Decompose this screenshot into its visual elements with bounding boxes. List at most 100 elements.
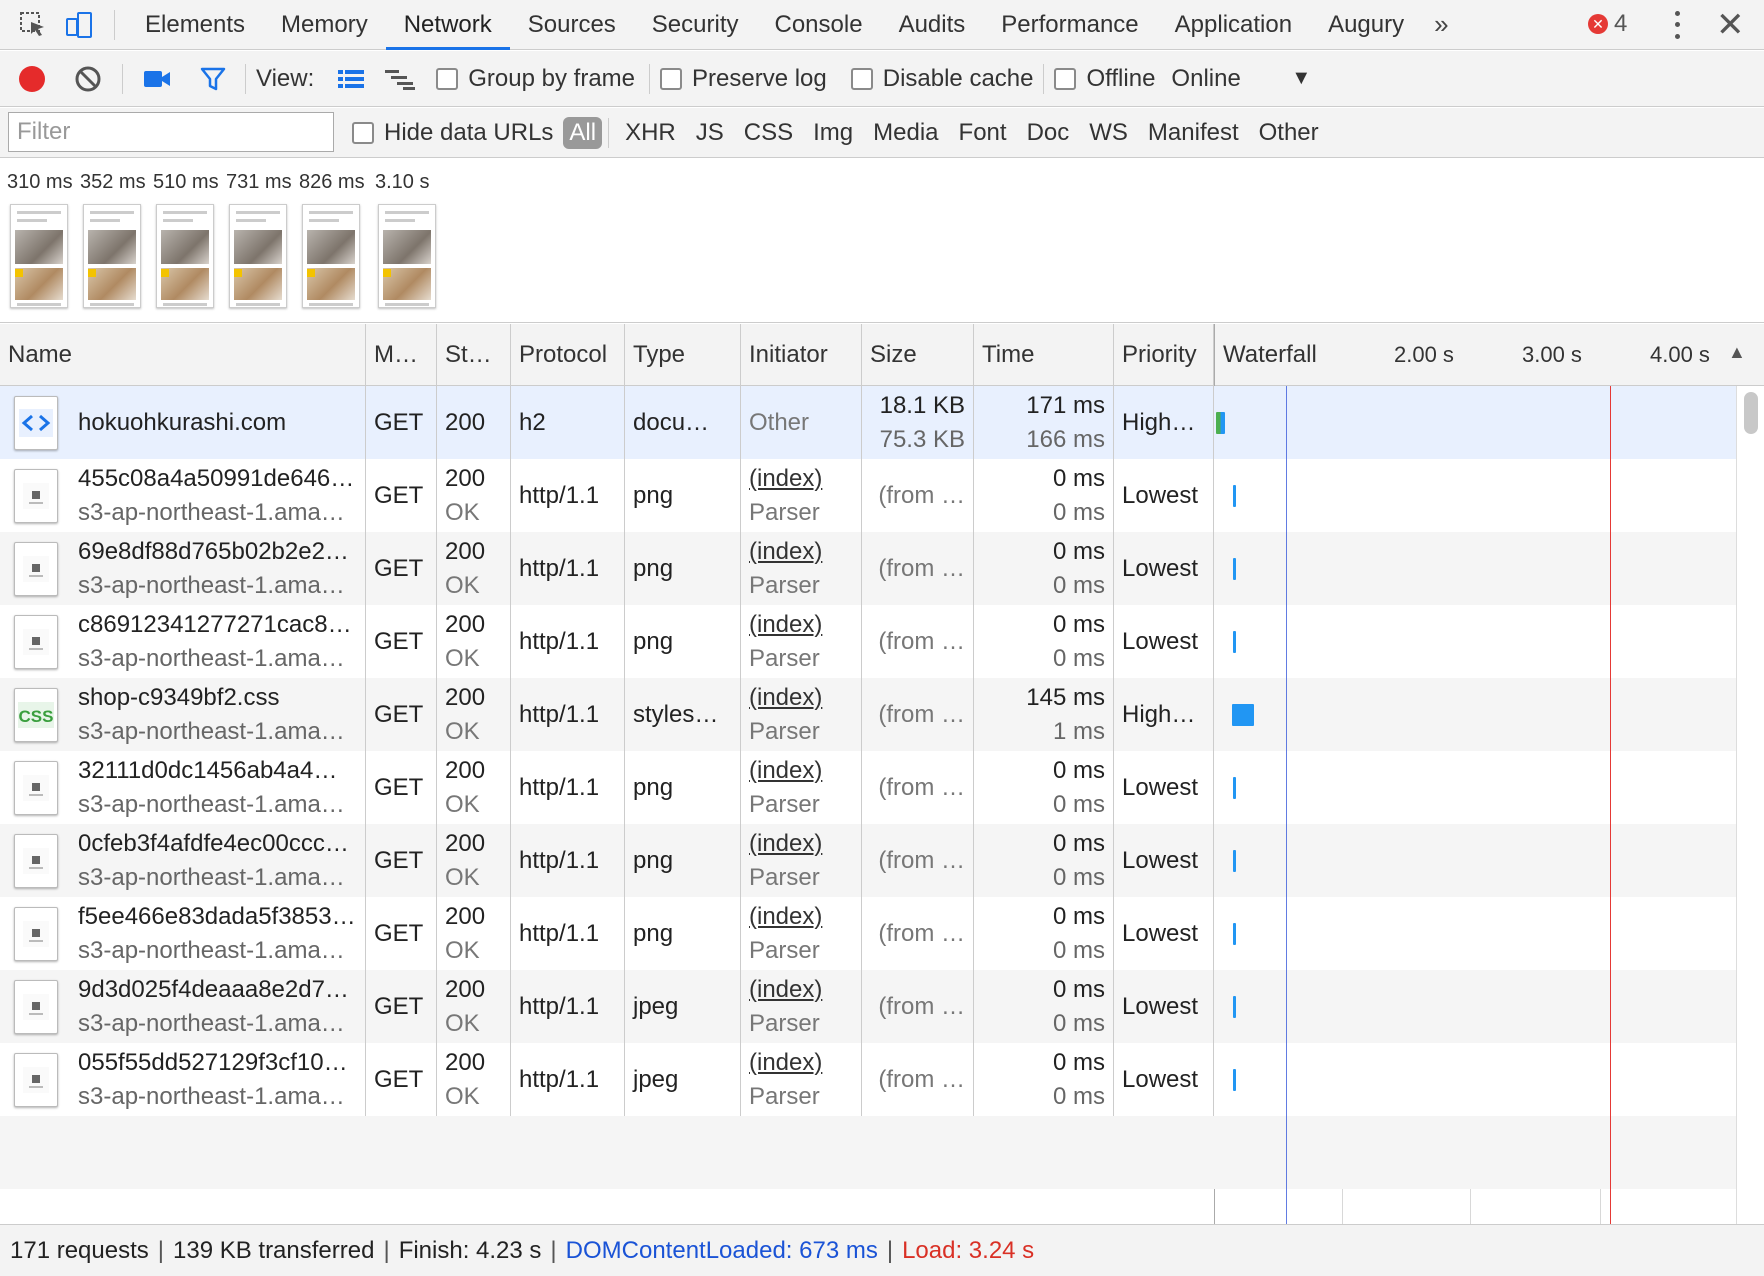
- type-filter-font[interactable]: Font: [949, 117, 1017, 149]
- table-row[interactable]: 055f55dd527129f3cf10… s3-ap-northeast-1.a…: [0, 1043, 1736, 1116]
- group-by-frame-checkbox[interactable]: Group by frame: [436, 65, 635, 93]
- waterfall-bar[interactable]: [1232, 704, 1254, 726]
- overview-button[interactable]: [374, 51, 426, 107]
- tab-augury[interactable]: Augury: [1310, 0, 1422, 50]
- column-header-priority[interactable]: Priority: [1114, 324, 1214, 386]
- offline-checkbox[interactable]: Offline: [1054, 65, 1155, 93]
- sort-ascending-icon[interactable]: ▲: [1728, 342, 1746, 363]
- name-cell[interactable]: f5ee466e83dada5f3853… s3-ap-northeast-1.a…: [0, 897, 366, 970]
- waterfall-bar[interactable]: [1233, 558, 1236, 580]
- waterfall-bar[interactable]: [1233, 777, 1236, 799]
- type-filter-all[interactable]: All: [563, 117, 603, 149]
- capture-screenshots-button[interactable]: [129, 51, 185, 107]
- initiator-value[interactable]: (index): [749, 684, 861, 712]
- table-row[interactable]: 0cfeb3f4afdfe4ec00ccc… s3-ap-northeast-1.…: [0, 824, 1736, 897]
- initiator-cell[interactable]: (index) Parser: [741, 605, 862, 678]
- tab-console[interactable]: Console: [757, 0, 881, 50]
- clear-button[interactable]: [60, 51, 116, 107]
- preserve-log-checkbox[interactable]: Preserve log: [660, 65, 827, 93]
- table-row[interactable]: 455c08a4a50991de646… s3-ap-northeast-1.am…: [0, 459, 1736, 532]
- filter-toggle-button[interactable]: [185, 51, 241, 107]
- hide-data-urls-checkbox[interactable]: Hide data URLs: [352, 119, 553, 147]
- frame-thumbnail[interactable]: [156, 204, 214, 308]
- name-cell[interactable]: 9d3d025f4deaaa8e2d7… s3-ap-northeast-1.am…: [0, 970, 366, 1043]
- initiator-cell[interactable]: (index) Parser: [741, 459, 862, 532]
- initiator-value[interactable]: (index): [749, 903, 861, 931]
- name-cell[interactable]: 69e8df88d765b02b2e2… s3-ap-northeast-1.am…: [0, 532, 366, 605]
- initiator-value[interactable]: (index): [749, 1049, 861, 1077]
- table-row[interactable]: [0, 1116, 1736, 1189]
- initiator-cell[interactable]: (index) Parser: [741, 1043, 862, 1116]
- initiator-cell[interactable]: (index) Parser: [741, 970, 862, 1043]
- filmstrip-frame[interactable]: 826 ms: [299, 171, 369, 194]
- initiator-cell[interactable]: (index) Parser: [741, 678, 862, 751]
- tab-security[interactable]: Security: [634, 0, 757, 50]
- waterfall-bar[interactable]: [1233, 485, 1236, 507]
- tab-sources[interactable]: Sources: [510, 0, 634, 50]
- scrollbar-thumb[interactable]: [1744, 392, 1758, 434]
- table-row[interactable]: hokuohkurashi.com GET 200 h2 docu… Other 18.1 …: [0, 386, 1736, 459]
- name-cell[interactable]: CSS shop-c9349bf2.css s3-ap-northeast-1.am…: [0, 678, 366, 751]
- inspect-element-icon[interactable]: [10, 2, 56, 48]
- waterfall-bar[interactable]: [1233, 1069, 1236, 1091]
- initiator-value[interactable]: (index): [749, 757, 861, 785]
- error-count-badge[interactable]: ✕ 4: [1588, 10, 1627, 38]
- type-filter-doc[interactable]: Doc: [1017, 117, 1080, 149]
- frame-thumbnail[interactable]: [302, 204, 360, 308]
- column-header-status[interactable]: St…: [437, 324, 511, 386]
- name-cell[interactable]: hokuohkurashi.com: [0, 386, 366, 459]
- type-filter-manifest[interactable]: Manifest: [1138, 117, 1249, 149]
- column-header-time[interactable]: Time: [974, 324, 1114, 386]
- column-header-size[interactable]: Size: [862, 324, 974, 386]
- type-filter-img[interactable]: Img: [803, 117, 863, 149]
- disable-cache-checkbox[interactable]: Disable cache: [850, 65, 1033, 93]
- frame-thumbnail[interactable]: [83, 204, 141, 308]
- initiator-value[interactable]: (index): [749, 465, 861, 493]
- record-button[interactable]: [4, 51, 60, 107]
- initiator-cell[interactable]: (index) Parser: [741, 897, 862, 970]
- filmstrip-frame[interactable]: 310 ms: [7, 171, 77, 194]
- table-row[interactable]: 9d3d025f4deaaa8e2d7… s3-ap-northeast-1.am…: [0, 970, 1736, 1043]
- waterfall-bar[interactable]: [1233, 923, 1236, 945]
- initiator-value[interactable]: (index): [749, 611, 861, 639]
- tab-performance[interactable]: Performance: [983, 0, 1156, 50]
- type-filter-other[interactable]: Other: [1249, 117, 1329, 149]
- filmstrip-frame[interactable]: 510 ms: [153, 171, 223, 194]
- table-row[interactable]: 69e8df88d765b02b2e2… s3-ap-northeast-1.am…: [0, 532, 1736, 605]
- type-filter-ws[interactable]: WS: [1079, 117, 1138, 149]
- waterfall-bar[interactable]: [1233, 996, 1236, 1018]
- name-cell[interactable]: 055f55dd527129f3cf10… s3-ap-northeast-1.a…: [0, 1043, 366, 1116]
- vertical-scrollbar[interactable]: [1736, 386, 1764, 1224]
- name-cell[interactable]: c86912341277271cac8… s3-ap-northeast-1.am…: [0, 605, 366, 678]
- column-header-initiator[interactable]: Initiator: [741, 324, 862, 386]
- frame-thumbnail[interactable]: [378, 204, 436, 308]
- frame-thumbnail[interactable]: [10, 204, 68, 308]
- column-header-protocol[interactable]: Protocol: [511, 324, 625, 386]
- device-toolbar-icon[interactable]: [56, 2, 102, 48]
- throttling-select[interactable]: Online ▼: [1171, 65, 1311, 93]
- type-filter-media[interactable]: Media: [863, 117, 948, 149]
- initiator-cell[interactable]: Other: [741, 386, 862, 459]
- initiator-value[interactable]: (index): [749, 976, 861, 1004]
- filter-input[interactable]: [8, 112, 334, 152]
- more-options-icon[interactable]: [1662, 8, 1692, 42]
- name-cell[interactable]: 32111d0dc1456ab4a4… s3-ap-northeast-1.ama…: [0, 751, 366, 824]
- initiator-cell[interactable]: (index) Parser: [741, 824, 862, 897]
- name-cell[interactable]: 455c08a4a50991de646… s3-ap-northeast-1.am…: [0, 459, 366, 532]
- table-row[interactable]: 32111d0dc1456ab4a4… s3-ap-northeast-1.ama…: [0, 751, 1736, 824]
- initiator-value[interactable]: (index): [749, 538, 861, 566]
- filmstrip-frame[interactable]: 731 ms: [226, 171, 296, 194]
- type-filter-js[interactable]: JS: [686, 117, 734, 149]
- initiator-cell[interactable]: (index) Parser: [741, 751, 862, 824]
- initiator-value[interactable]: (index): [749, 830, 861, 858]
- frame-thumbnail[interactable]: [229, 204, 287, 308]
- close-icon[interactable]: ✕: [1716, 6, 1745, 44]
- filmstrip-frame[interactable]: 3.10 s: [375, 171, 445, 194]
- name-cell[interactable]: 0cfeb3f4afdfe4ec00ccc… s3-ap-northeast-1.…: [0, 824, 366, 897]
- initiator-cell[interactable]: (index) Parser: [741, 532, 862, 605]
- more-tabs-button[interactable]: »: [1422, 9, 1460, 40]
- column-header-waterfall[interactable]: Waterfall: [1214, 324, 1344, 386]
- type-filter-xhr[interactable]: XHR: [615, 117, 686, 149]
- table-row[interactable]: CSS shop-c9349bf2.css s3-ap-northeast-1.am…: [0, 678, 1736, 751]
- filmstrip-frame[interactable]: 352 ms: [80, 171, 150, 194]
